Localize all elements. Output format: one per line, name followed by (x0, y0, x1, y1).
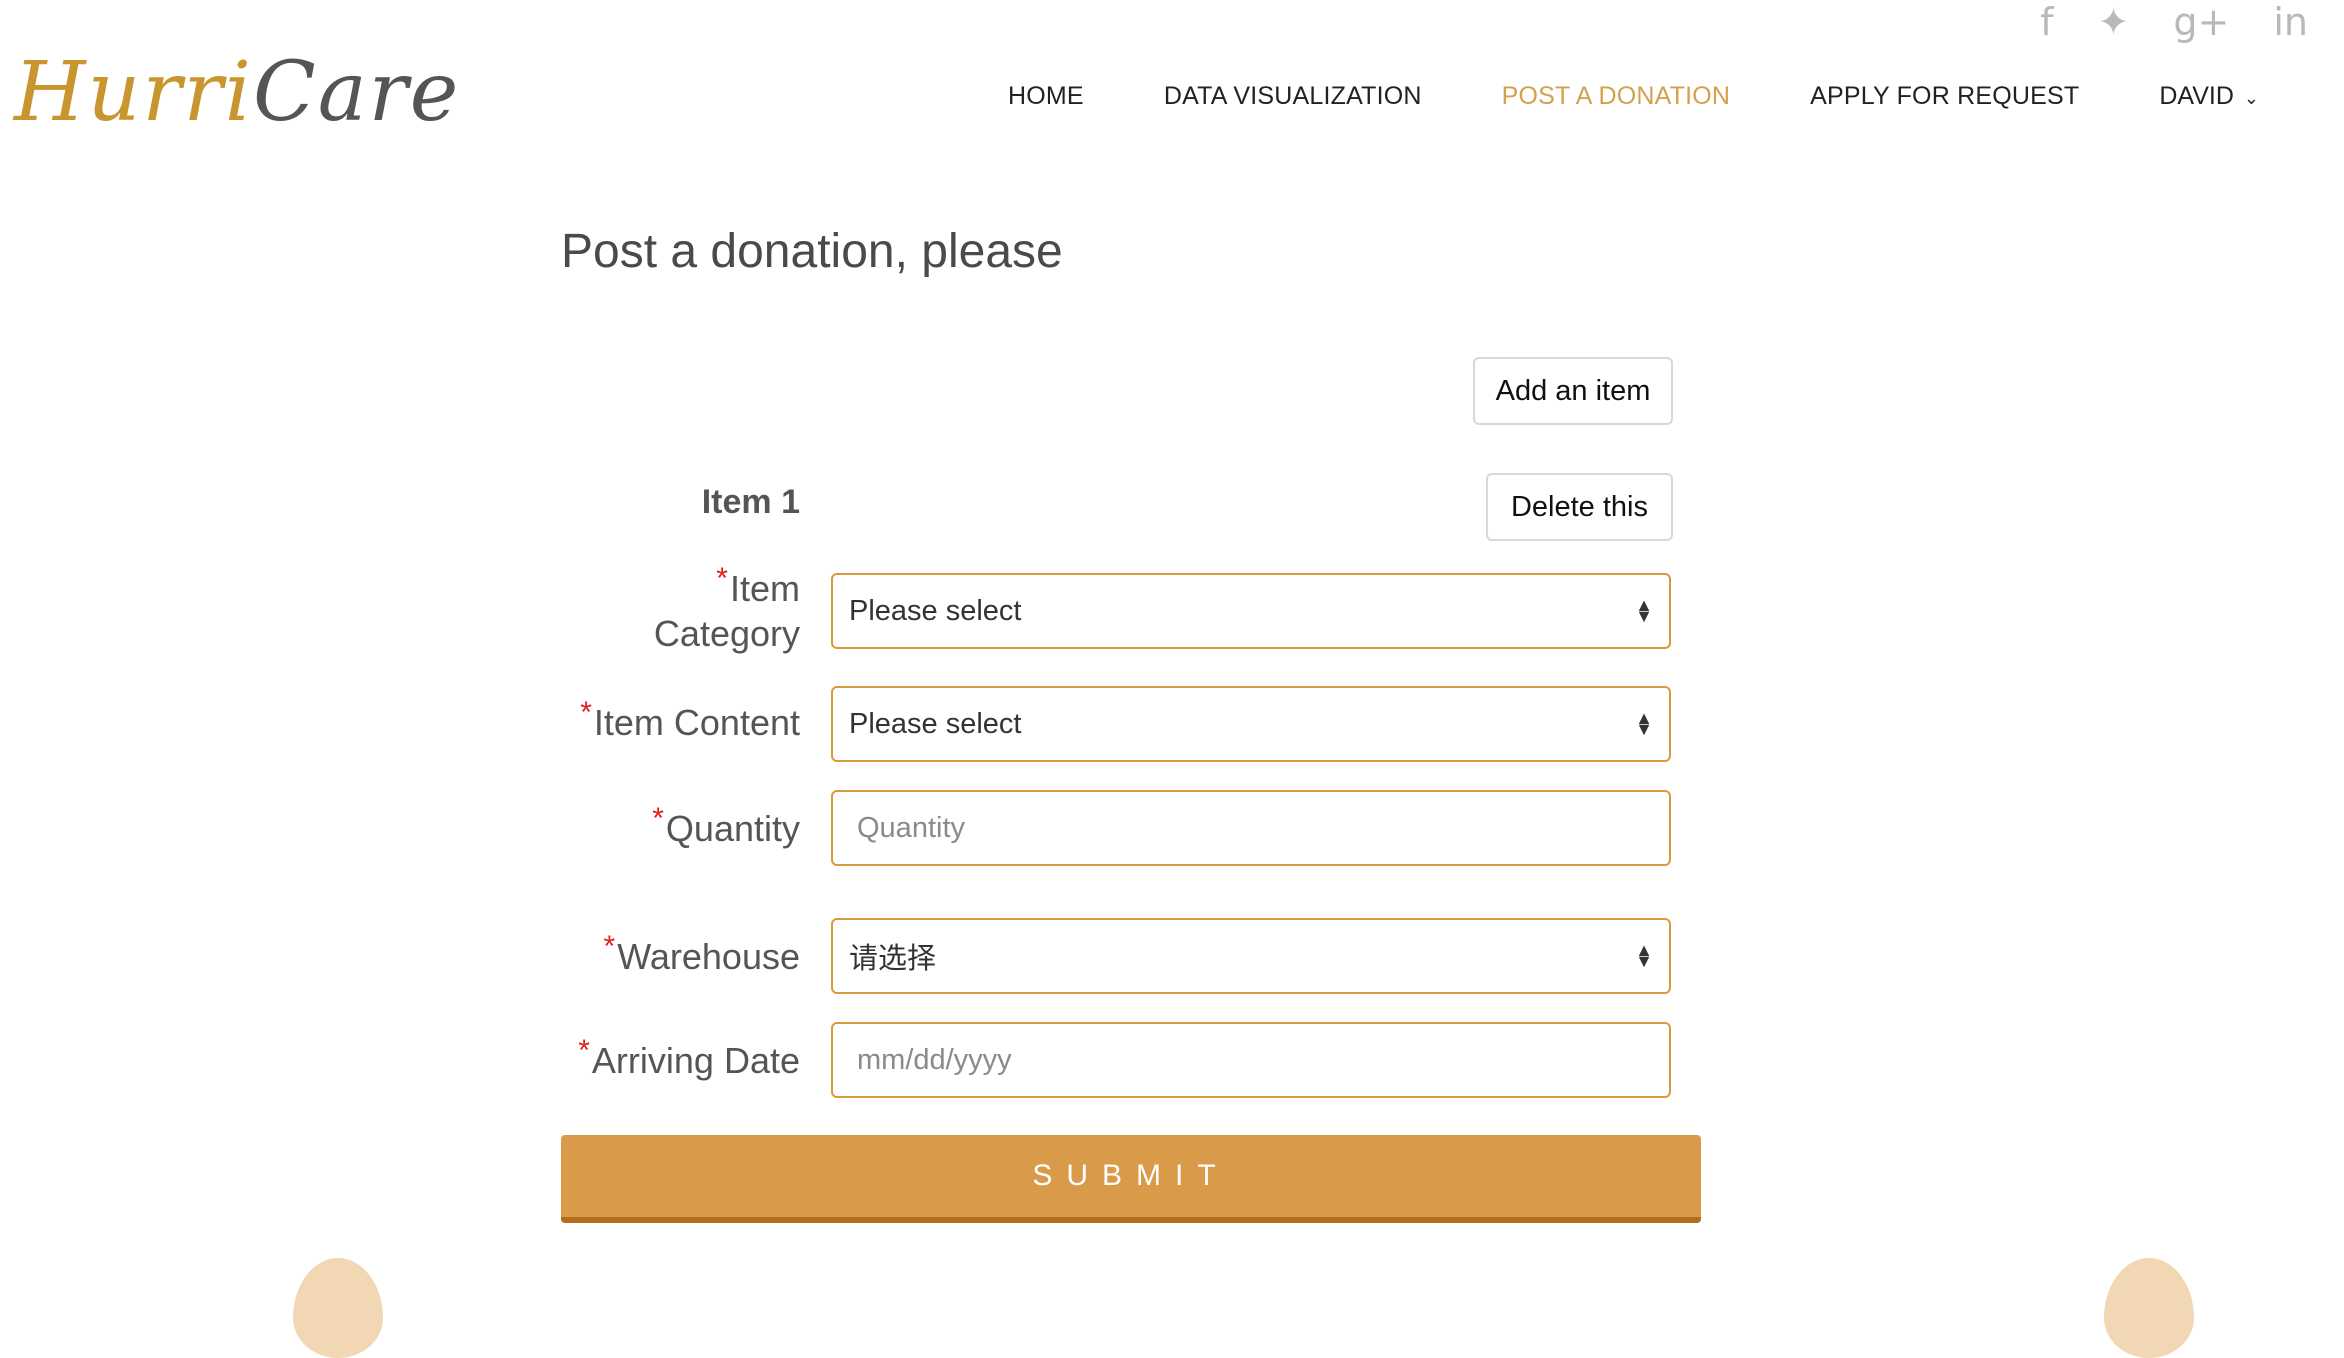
delete-item-button[interactable]: Delete this (1486, 473, 1673, 541)
arriving-date-input[interactable]: mm/dd/yyyy (831, 1022, 1671, 1098)
google-plus-icon[interactable]: g+ (2173, 0, 2229, 44)
user-name: DAVID (2159, 82, 2234, 110)
quantity-input[interactable]: Quantity (831, 790, 1671, 866)
logo-part-1: Hurri (14, 45, 253, 140)
arriving-date-label: *Arriving Date (578, 1034, 800, 1081)
nav-user-menu[interactable]: DAVID ⌄ (2159, 82, 2259, 111)
brand-logo[interactable]: HurriCare (14, 52, 460, 134)
logo-part-2: Care (252, 45, 461, 140)
social-links: f ✦ g+ in (2040, 0, 2308, 44)
nav-apply-request[interactable]: APPLY FOR REQUEST (1810, 82, 2079, 111)
linkedin-icon[interactable]: in (2273, 0, 2308, 44)
nav-home[interactable]: HOME (1008, 82, 1084, 111)
select-arrows-icon: ▲ ▼ (1635, 940, 1653, 971)
main-nav: HOME DATA VISUALIZATION POST A DONATION … (1008, 82, 2259, 111)
item-category-label: *Item Category (653, 562, 800, 654)
item-content-label: *Item Content (580, 696, 800, 743)
select-arrows-icon: ▲ ▼ (1635, 708, 1653, 739)
select-arrows-icon: ▲ ▼ (1635, 595, 1653, 626)
quantity-label: *Quantity (652, 802, 800, 849)
twitter-icon[interactable]: ✦ (2098, 0, 2130, 44)
add-item-button[interactable]: Add an item (1473, 357, 1673, 425)
nav-post-donation[interactable]: POST A DONATION (1502, 82, 1731, 111)
item-category-select[interactable]: Please select ▲ ▼ (831, 573, 1671, 649)
decorative-drop-right (2104, 1258, 2194, 1358)
submit-button[interactable]: SUBMIT (561, 1135, 1701, 1223)
item-title: Item 1 (701, 483, 800, 521)
page-title: Post a donation, please (561, 225, 1063, 278)
item-content-select[interactable]: Please select ▲ ▼ (831, 686, 1671, 762)
facebook-icon[interactable]: f (2040, 0, 2053, 44)
decorative-drop-left (293, 1258, 383, 1358)
required-mark: * (716, 562, 728, 595)
warehouse-label: *Warehouse (603, 930, 800, 977)
chevron-down-icon: ⌄ (2243, 88, 2260, 108)
nav-data-visualization[interactable]: DATA VISUALIZATION (1164, 82, 1422, 111)
warehouse-select[interactable]: 请选择 ▲ ▼ (831, 918, 1671, 994)
